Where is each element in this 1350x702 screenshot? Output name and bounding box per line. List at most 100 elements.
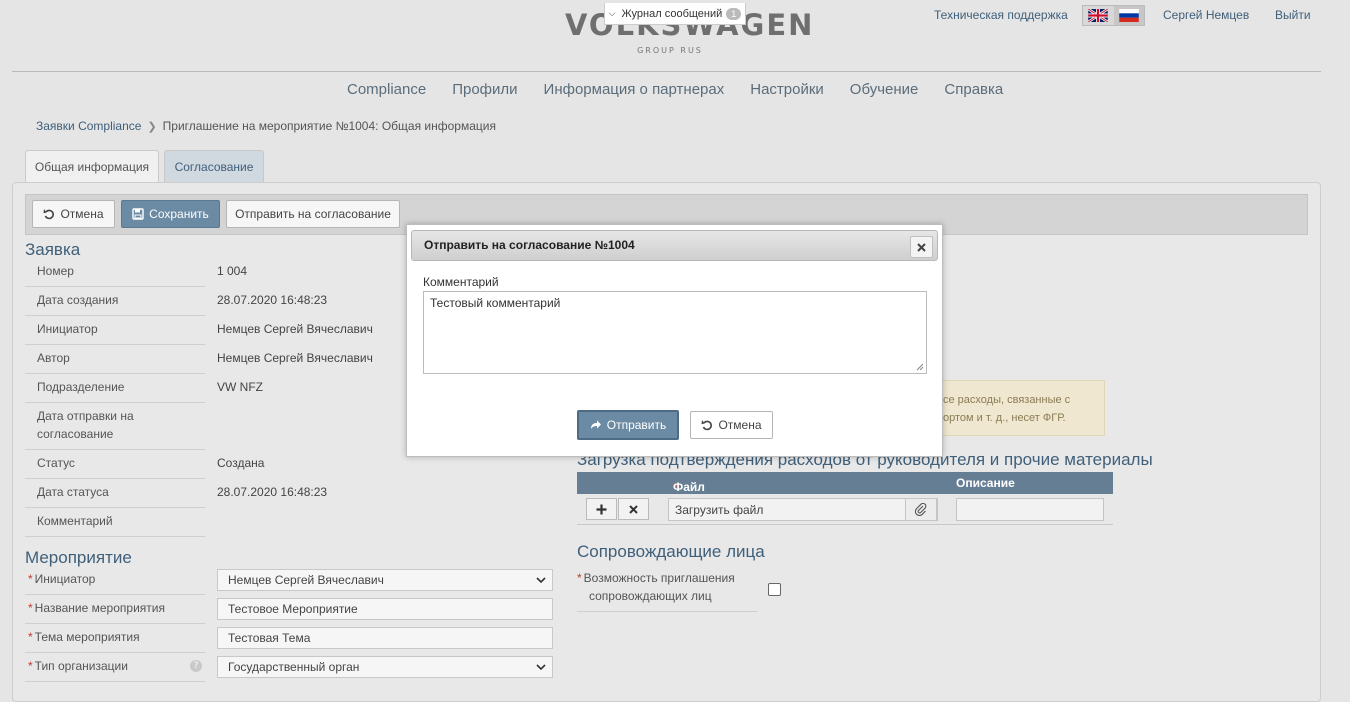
menu-item-training[interactable]: Обучение bbox=[850, 81, 919, 98]
menu-item-profiles[interactable]: Профили bbox=[452, 81, 517, 98]
breadcrumb-separator-icon: ❯ bbox=[147, 120, 157, 133]
undo-icon bbox=[43, 209, 55, 220]
plus-icon bbox=[596, 504, 607, 514]
close-icon bbox=[629, 504, 638, 514]
number-value: 1 004 bbox=[217, 264, 248, 278]
dialog-submit-button[interactable]: Отправить bbox=[577, 410, 679, 440]
sent-date-label: Дата отправки на согласование bbox=[25, 407, 205, 450]
resize-handle-icon[interactable] bbox=[916, 363, 924, 371]
add-row-button[interactable] bbox=[586, 498, 617, 520]
close-icon bbox=[917, 242, 926, 252]
logout-link[interactable]: Выйти bbox=[1275, 8, 1311, 22]
status-label: Статус bbox=[25, 454, 205, 479]
info-notice: се расходы, связанные с ортом и т. д., н… bbox=[930, 380, 1105, 436]
dialog-comment-label: Комментарий bbox=[423, 275, 499, 289]
event-name-label: * Название мероприятия bbox=[25, 599, 205, 624]
remove-row-button[interactable] bbox=[618, 498, 649, 520]
english-flag-icon[interactable] bbox=[1083, 6, 1114, 25]
message-journal-toggle[interactable]: ⌵ Журнал сообщений 1 bbox=[604, 3, 746, 25]
created-date-label: Дата создания bbox=[25, 291, 205, 316]
required-icon: * bbox=[577, 571, 582, 585]
event-topic-input[interactable]: Тестовая Тема bbox=[217, 627, 553, 649]
author-value: Немцев Сергей Вячеславич bbox=[217, 351, 373, 365]
notice-line2: ортом и т. д., несет ФГР. bbox=[943, 412, 1066, 424]
share-arrow-icon bbox=[590, 420, 601, 429]
initiator-value: Немцев Сергей Вячеславич bbox=[217, 322, 373, 336]
org-type-label-text: Тип организации bbox=[34, 659, 128, 673]
required-icon: * bbox=[28, 572, 33, 586]
initiator-label: Инициатор bbox=[25, 320, 205, 345]
chevron-down-icon: ⌵ bbox=[608, 8, 616, 18]
chevron-down-icon bbox=[536, 663, 546, 670]
breadcrumb-current: Приглашение на мероприятие №1004: Общая … bbox=[162, 119, 496, 133]
sent-date-label-line1: Дата отправки на bbox=[37, 409, 134, 423]
dialog-submit-label: Отправить bbox=[606, 418, 667, 432]
dialog-comment-textarea[interactable]: Тестовый комментарий bbox=[423, 291, 927, 374]
department-label: Подразделение bbox=[25, 378, 205, 403]
required-icon: * bbox=[28, 630, 33, 644]
user-name-link[interactable]: Сергей Немцев bbox=[1163, 8, 1249, 22]
cancel-button-label: Отмена bbox=[60, 207, 104, 221]
header-divider bbox=[12, 71, 1321, 72]
cancel-button[interactable]: Отмена bbox=[32, 200, 115, 228]
comment-label: Комментарий bbox=[25, 512, 205, 537]
request-section-title: Заявка bbox=[25, 240, 81, 259]
undo-icon bbox=[701, 420, 713, 431]
dialog-close-button[interactable] bbox=[910, 236, 933, 258]
event-topic-label: * Тема мероприятия bbox=[25, 628, 205, 653]
org-type-label: * Тип организации bbox=[25, 657, 205, 682]
event-initiator-select-value: Немцев Сергей Вячеславич bbox=[228, 573, 384, 587]
department-value: VW NFZ bbox=[217, 380, 263, 394]
dialog-cancel-label: Отмена bbox=[718, 418, 762, 432]
floppy-disk-icon bbox=[132, 208, 144, 220]
upload-file-field[interactable]: Загрузить файл bbox=[668, 498, 938, 521]
breadcrumb: Заявки Compliance ❯ Приглашение на мероп… bbox=[36, 119, 496, 133]
tab-approval[interactable]: Согласование bbox=[164, 150, 264, 182]
journal-label: Журнал сообщений bbox=[621, 7, 723, 20]
help-icon[interactable]: ? bbox=[190, 660, 202, 672]
save-button-label: Сохранить bbox=[149, 207, 209, 221]
event-initiator-label: * Инициатор bbox=[25, 570, 205, 595]
chevron-down-icon bbox=[536, 576, 546, 583]
paperclip-icon[interactable] bbox=[905, 498, 937, 521]
description-column-header: Описание bbox=[956, 476, 1015, 490]
companions-label: * Возможность приглашения сопровождающих … bbox=[577, 569, 757, 612]
menu-item-compliance[interactable]: Compliance bbox=[347, 81, 426, 98]
event-topic-label-text: Тема мероприятия bbox=[34, 630, 140, 644]
author-label: Автор bbox=[25, 349, 205, 374]
org-type-select[interactable]: Государственный орган bbox=[217, 656, 553, 678]
menu-item-settings[interactable]: Настройки bbox=[750, 81, 824, 98]
companions-checkbox[interactable] bbox=[768, 583, 781, 596]
number-label: Номер bbox=[25, 262, 205, 287]
upload-file-label: Загрузить файл bbox=[675, 502, 764, 517]
russian-flag-icon[interactable] bbox=[1113, 6, 1144, 25]
brand-subtitle: GROUP RUS bbox=[637, 46, 703, 55]
send-for-approval-button[interactable]: Отправить на согласование bbox=[226, 200, 400, 228]
sent-date-label-line2: согласование bbox=[37, 427, 114, 441]
status-date-label: Дата статуса bbox=[25, 483, 205, 508]
event-initiator-select[interactable]: Немцев Сергей Вячеславич bbox=[217, 569, 553, 591]
file-column-label: Файл bbox=[673, 480, 705, 494]
companions-label-line2: сопровождающих лиц bbox=[589, 589, 712, 603]
companions-section-title: Сопровождающие лица bbox=[577, 542, 765, 561]
dialog-comment-text: Тестовый комментарий bbox=[430, 296, 561, 310]
main-menu: Compliance Профили Информация о партнера… bbox=[347, 81, 1003, 98]
file-description-input[interactable] bbox=[956, 498, 1104, 521]
menu-item-help[interactable]: Справка bbox=[944, 81, 1003, 98]
tab-general-info[interactable]: Общая информация bbox=[25, 150, 159, 182]
support-link[interactable]: Техническая поддержка bbox=[934, 8, 1068, 22]
files-table-header: * Файл Описание bbox=[577, 472, 1113, 494]
save-button[interactable]: Сохранить bbox=[121, 200, 220, 228]
language-switcher bbox=[1082, 5, 1145, 26]
menu-item-partners[interactable]: Информация о партнерах bbox=[544, 81, 725, 98]
dialog-cancel-button[interactable]: Отмена bbox=[690, 411, 773, 439]
dialog-title: Отправить на согласование №1004 bbox=[424, 238, 635, 252]
created-date-value: 28.07.2020 16:48:23 bbox=[217, 293, 328, 307]
event-initiator-label-text: Инициатор bbox=[34, 572, 96, 586]
event-name-label-text: Название мероприятия bbox=[34, 601, 165, 615]
event-name-input[interactable]: Тестовое Мероприятие bbox=[217, 598, 553, 620]
status-value: Создана bbox=[217, 456, 265, 470]
breadcrumb-parent-link[interactable]: Заявки Compliance bbox=[36, 119, 141, 133]
companions-label-line1: Возможность приглашения bbox=[583, 571, 735, 585]
required-icon: * bbox=[28, 601, 33, 615]
